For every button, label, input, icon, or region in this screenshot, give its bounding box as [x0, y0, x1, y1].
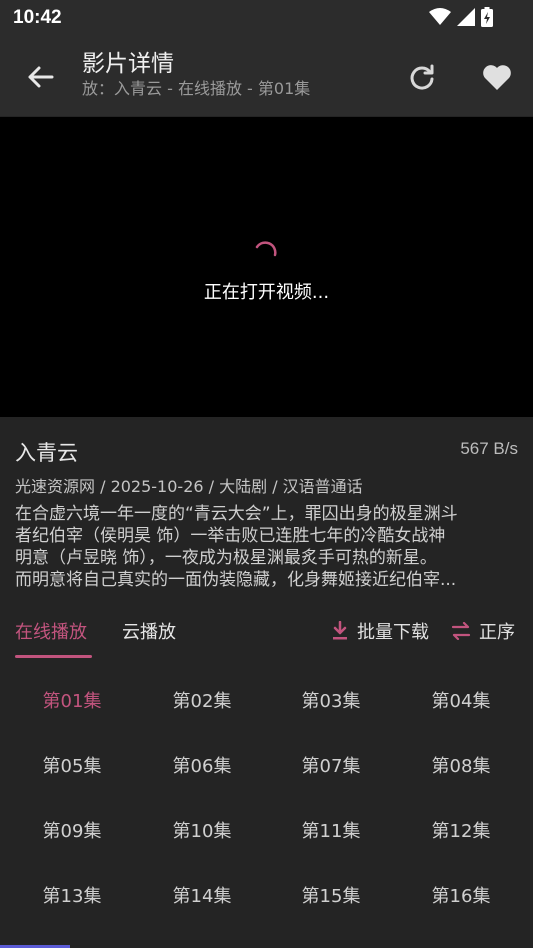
bottom-edge — [0, 940, 533, 948]
sort-order-label: 正序 — [479, 622, 515, 643]
episode-item[interactable]: 第04集 — [396, 687, 526, 713]
loading-spinner-icon — [255, 241, 277, 257]
back-button[interactable] — [22, 59, 58, 95]
heart-icon — [483, 64, 511, 90]
tab-online-play[interactable]: 在线播放 — [15, 618, 87, 644]
episode-item[interactable]: 第16集 — [396, 882, 526, 908]
favorite-button[interactable] — [479, 59, 515, 95]
tab-indicator — [15, 655, 92, 658]
episode-item[interactable]: 第06集 — [137, 752, 267, 778]
status-time: 10:42 — [13, 7, 62, 28]
arrow-back-icon — [28, 66, 54, 88]
description-line: 明意（卢昱晓 饰），一夜成为极星渊最炙手可热的新星。 — [15, 548, 437, 568]
download-speed: 567 B/s — [460, 439, 518, 458]
episode-item[interactable]: 第03集 — [266, 687, 396, 713]
loading-text: 正在打开视频... — [203, 282, 330, 303]
app-bar: 影片详情 放：入青云 - 在线播放 - 第01集 — [0, 38, 533, 116]
show-meta: 光速资源网 / 2025-10-26 / 大陆剧 / 汉语普通话 — [15, 477, 363, 496]
video-player[interactable]: 正在打开视频... — [0, 117, 533, 417]
title-block: 影片详情 放：入青云 - 在线播放 - 第01集 — [82, 50, 382, 100]
swap-icon — [451, 622, 471, 640]
tab-cloud-play[interactable]: 云播放 — [122, 618, 176, 644]
description-line: 而明意将自己真实的一面伪装隐藏，化身舞姬接近纪伯宰... — [15, 570, 457, 590]
episode-item[interactable]: 第11集 — [266, 817, 396, 843]
download-icon — [333, 621, 347, 640]
wifi-icon — [429, 8, 451, 25]
episode-item[interactable]: 第13集 — [7, 882, 137, 908]
episode-item[interactable]: 第05集 — [7, 752, 137, 778]
episode-item[interactable]: 第14集 — [137, 882, 267, 908]
refresh-button[interactable] — [404, 59, 440, 95]
signal-icon — [457, 8, 475, 26]
source-tabs: 在线播放 云播放 批量下载 正序 — [0, 604, 533, 660]
show-description[interactable]: 在合虚六境一年一度的“青云大会”上，罪囚出身的极星渊斗 者纪伯宰（侯明昊 饰）一… — [15, 503, 520, 591]
episode-item[interactable]: 第09集 — [7, 817, 137, 843]
episode-item[interactable]: 第07集 — [266, 752, 396, 778]
episode-item[interactable]: 第08集 — [396, 752, 526, 778]
description-line: 在合虚六境一年一度的“青云大会”上，罪囚出身的极星渊斗 — [15, 504, 458, 524]
episode-item[interactable]: 第01集 — [7, 687, 137, 713]
episode-item[interactable]: 第10集 — [137, 817, 267, 843]
refresh-icon — [410, 64, 434, 90]
batch-download-button[interactable]: 批量下载 — [331, 618, 429, 644]
page-subtitle: 放：入青云 - 在线播放 - 第01集 — [82, 79, 311, 98]
episode-item[interactable]: 第15集 — [266, 882, 396, 908]
battery-icon — [481, 7, 493, 27]
sort-order-button[interactable]: 正序 — [451, 618, 515, 644]
episode-item[interactable]: 第12集 — [396, 817, 526, 843]
episode-item[interactable]: 第02集 — [137, 687, 267, 713]
status-icons — [429, 7, 493, 27]
page-title: 影片详情 — [82, 51, 174, 77]
status-bar: 10:42 — [0, 0, 533, 38]
show-title: 入青云 — [15, 441, 78, 465]
description-line: 者纪伯宰（侯明昊 饰）一举击败已连胜七年的冷酷女战神 — [15, 526, 446, 546]
batch-download-label: 批量下载 — [357, 622, 429, 643]
